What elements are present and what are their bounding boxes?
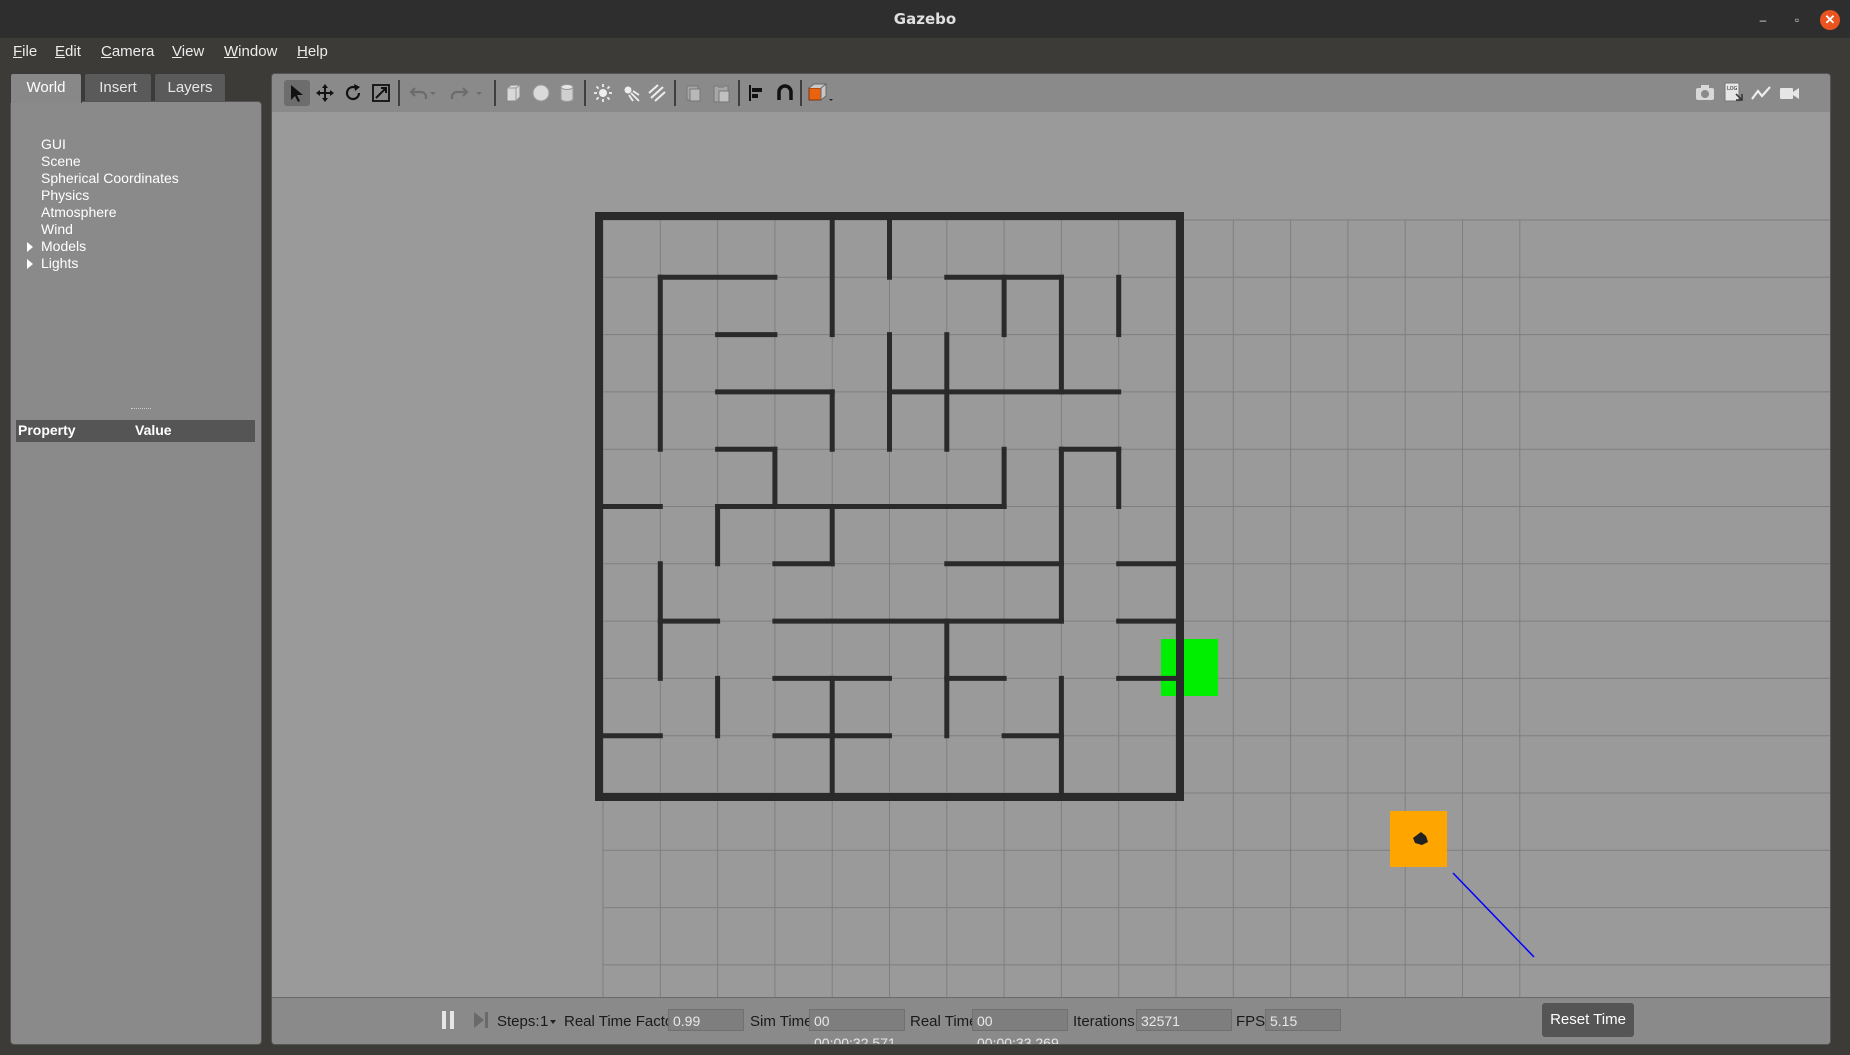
reset-time-button[interactable]: Reset Time	[1542, 1003, 1634, 1037]
steps-value[interactable]: 1	[540, 1012, 548, 1032]
chevron-down-icon[interactable]	[472, 80, 486, 106]
tree-item-gui[interactable]: GUI	[41, 136, 66, 153]
select-arrow-icon[interactable]	[284, 80, 310, 106]
spot-light-icon[interactable]	[618, 80, 644, 106]
tree-item-physics[interactable]: Physics	[41, 187, 89, 204]
cylinder-shape-icon[interactable]	[554, 80, 580, 106]
log-record-icon[interactable]: LOG	[1720, 80, 1746, 106]
menu-window[interactable]: Window	[224, 42, 277, 62]
step-forward-icon[interactable]	[474, 1011, 490, 1029]
real-time-field: 00 00:00:33.269	[972, 1009, 1068, 1044]
tree-item-wind[interactable]: Wind	[41, 221, 73, 238]
pause-icon[interactable]	[442, 1011, 456, 1029]
video-record-icon[interactable]	[1776, 80, 1802, 106]
copy-icon[interactable]	[680, 80, 706, 106]
axis-line	[1452, 872, 1535, 958]
window-titlebar: Gazebo – ▫ ✕	[0, 0, 1850, 38]
toolbar-separator	[738, 80, 740, 106]
scene-canvas[interactable]	[272, 112, 1831, 998]
goal-cell[interactable]	[1161, 639, 1218, 696]
restore-icon[interactable]: ▫	[1787, 10, 1807, 30]
scale-icon[interactable]	[368, 80, 394, 106]
ground-grid	[602, 219, 1830, 998]
expand-arrow-icon[interactable]	[27, 259, 33, 269]
toolbar-separator	[584, 80, 586, 106]
iterations-field: 32571	[1136, 1009, 1232, 1031]
sim-time-field: 00 00:00:32.571	[809, 1009, 905, 1044]
menu-camera[interactable]: Camera	[101, 42, 154, 62]
tab-insert[interactable]: Insert	[84, 73, 152, 101]
toolbar-separator	[494, 80, 496, 106]
minimize-icon[interactable]: –	[1753, 10, 1773, 30]
box-shape-icon[interactable]	[500, 80, 526, 106]
3d-viewport[interactable]: LOG Steps: 1 Real Time Factor: 0.99 Sim …	[271, 73, 1831, 1045]
translate-icon[interactable]	[312, 80, 338, 106]
expand-arrow-icon[interactable]	[27, 242, 33, 252]
menu-bar: File Edit Camera View Window Help	[0, 38, 1850, 66]
paste-icon[interactable]	[708, 80, 734, 106]
fps-field: 5.15	[1265, 1009, 1341, 1031]
screenshot-camera-icon[interactable]	[1692, 80, 1718, 106]
sphere-shape-icon[interactable]	[528, 80, 554, 106]
sim-time-label: Sim Time:	[750, 1013, 817, 1030]
tree-item-lights[interactable]: Lights	[41, 255, 78, 272]
tab-layers[interactable]: Layers	[154, 73, 226, 101]
tree-item-models[interactable]: Models	[41, 238, 86, 255]
maze-scene[interactable]	[272, 112, 1831, 998]
toolbar-separator	[398, 80, 400, 106]
chevron-down-icon[interactable]	[550, 1020, 556, 1024]
real-time-label: Real Time:	[910, 1013, 982, 1030]
chevron-down-icon[interactable]	[426, 80, 440, 106]
snap-magnet-icon[interactable]	[772, 80, 798, 106]
redo-icon[interactable]	[446, 80, 472, 106]
panel-splitter-handle[interactable]	[131, 408, 151, 411]
value-column-header: Value	[135, 422, 172, 438]
simulation-status-bar: Steps: 1 Real Time Factor: 0.99 Sim Time…	[272, 997, 1830, 1044]
world-panel: GUI Scene Spherical Coordinates Physics …	[10, 101, 262, 1045]
tree-item-spherical-coordinates[interactable]: Spherical Coordinates	[41, 170, 179, 187]
left-panel: GUI Scene Spherical Coordinates Physics …	[10, 73, 262, 1045]
real-time-factor-field: 0.99	[668, 1009, 744, 1031]
menu-help[interactable]: Help	[297, 42, 328, 62]
menu-edit[interactable]: Edit	[55, 42, 81, 62]
toolbar: LOG	[272, 74, 1830, 113]
tab-world[interactable]: World	[10, 73, 82, 103]
toolbar-separator	[800, 80, 802, 106]
toolbar-separator	[674, 80, 676, 106]
view-angle-icon[interactable]	[806, 80, 838, 106]
property-column-header: Property	[18, 422, 76, 438]
steps-label: Steps:	[497, 1013, 540, 1030]
tree-item-scene[interactable]: Scene	[41, 153, 81, 170]
menu-file[interactable]: File	[13, 42, 37, 62]
align-icon[interactable]	[744, 80, 770, 106]
point-light-icon[interactable]	[590, 80, 616, 106]
svg-text:LOG: LOG	[1727, 86, 1738, 92]
rotate-icon[interactable]	[340, 80, 366, 106]
directional-light-icon[interactable]	[644, 80, 670, 106]
real-time-factor-label: Real Time Factor:	[564, 1013, 683, 1030]
plot-icon[interactable]	[1748, 80, 1774, 106]
close-icon[interactable]: ✕	[1820, 10, 1840, 30]
menu-view[interactable]: View	[172, 42, 204, 62]
window-title: Gazebo	[893, 10, 957, 28]
iterations-label: Iterations:	[1073, 1013, 1139, 1030]
property-table-header: Property Value	[16, 420, 255, 442]
tree-item-atmosphere[interactable]: Atmosphere	[41, 204, 116, 221]
